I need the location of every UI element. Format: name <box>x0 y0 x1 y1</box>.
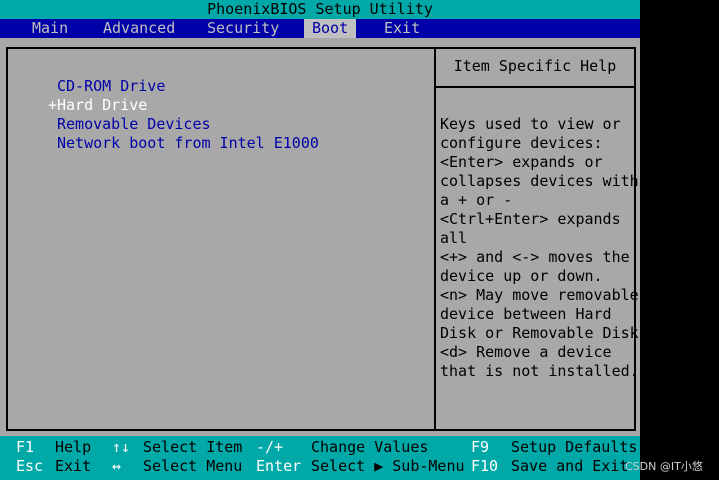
status-bar: F1 Help ↑↓ Select Item -/+ Change Values… <box>0 436 640 480</box>
desc-setup-defaults: Setup Defaults <box>511 438 638 456</box>
boot-item-network[interactable]: Network boot from Intel E1000 <box>48 134 319 153</box>
desc-help: Help <box>55 438 92 456</box>
desc-change-values: Change Values <box>311 438 429 456</box>
desc-select-item: Select Item <box>143 438 243 456</box>
menu-main[interactable]: Main <box>24 19 76 38</box>
content-frame: Item Specific Help CD-ROM Drive +Hard Dr… <box>6 47 639 431</box>
boot-item-label: Hard Drive <box>57 96 148 114</box>
help-line: <n> May move removable <box>440 286 639 304</box>
help-line: Disk or Removable Disk <box>440 324 639 342</box>
title-bar: PhoenixBIOS Setup Utility <box>0 0 640 19</box>
help-title: Item Specific Help <box>453 57 617 75</box>
key-f9: F9 <box>471 438 490 456</box>
desc-select-submenu: Select ▶ Sub-Menu <box>311 457 465 475</box>
key-left-right-icon: ↔ <box>112 457 122 475</box>
menu-boot[interactable]: Boot <box>304 19 357 38</box>
help-separator <box>436 86 634 88</box>
help-line: <d> Remove a device <box>440 343 612 361</box>
boot-device-list: CD-ROM Drive +Hard Drive Removable Devic… <box>48 77 319 153</box>
menu-advanced[interactable]: Advanced <box>95 19 183 38</box>
help-line: that is not installed. <box>440 362 639 380</box>
help-line: device up or down. <box>440 267 603 285</box>
boot-item-label: Network boot from Intel E1000 <box>57 134 319 152</box>
help-line: <+> and <-> moves the <box>440 248 630 266</box>
help-line: configure devices: <box>440 134 603 152</box>
bios-screen: PhoenixBIOS Setup Utility Main Advanced … <box>0 0 640 480</box>
expand-marker: + <box>48 96 58 114</box>
help-line: a + or - <box>440 191 513 209</box>
key-f1: F1 <box>16 438 35 456</box>
boot-item-label: Removable Devices <box>57 115 211 133</box>
help-text: Keys used to view or configure devices: … <box>440 115 639 381</box>
key-minus-plus: -/+ <box>256 438 284 456</box>
desc-save-exit: Save and Exit <box>511 457 629 475</box>
boot-item-hard-drive[interactable]: +Hard Drive <box>48 96 319 115</box>
main-panel: Item Specific Help CD-ROM Drive +Hard Dr… <box>0 38 640 436</box>
help-line: collapses devices with <box>440 172 639 190</box>
boot-item-label: CD-ROM Drive <box>57 77 166 95</box>
desc-exit: Exit <box>55 457 92 475</box>
menu-exit[interactable]: Exit <box>376 19 428 38</box>
help-line: <Ctrl+Enter> expands <box>440 210 621 228</box>
watermark: CSDN @IT小悠 <box>625 460 703 473</box>
app-title: PhoenixBIOS Setup Utility <box>207 0 433 18</box>
boot-item-removable[interactable]: Removable Devices <box>48 115 319 134</box>
desc-select-menu: Select Menu <box>143 457 243 475</box>
help-line: device between Hard <box>440 305 612 323</box>
help-line: all <box>440 229 468 247</box>
menu-security[interactable]: Security <box>199 19 287 38</box>
key-esc: Esc <box>16 457 44 475</box>
key-enter: Enter <box>256 457 302 475</box>
key-up-down-icon: ↑↓ <box>112 438 131 456</box>
help-line: Keys used to view or <box>440 115 621 133</box>
help-line: <Enter> expands or <box>440 153 603 171</box>
panel-divider <box>434 49 436 429</box>
key-f10: F10 <box>471 457 499 475</box>
boot-item-cdrom[interactable]: CD-ROM Drive <box>48 77 319 96</box>
menu-bar: Main Advanced Security Boot Exit <box>0 19 640 38</box>
